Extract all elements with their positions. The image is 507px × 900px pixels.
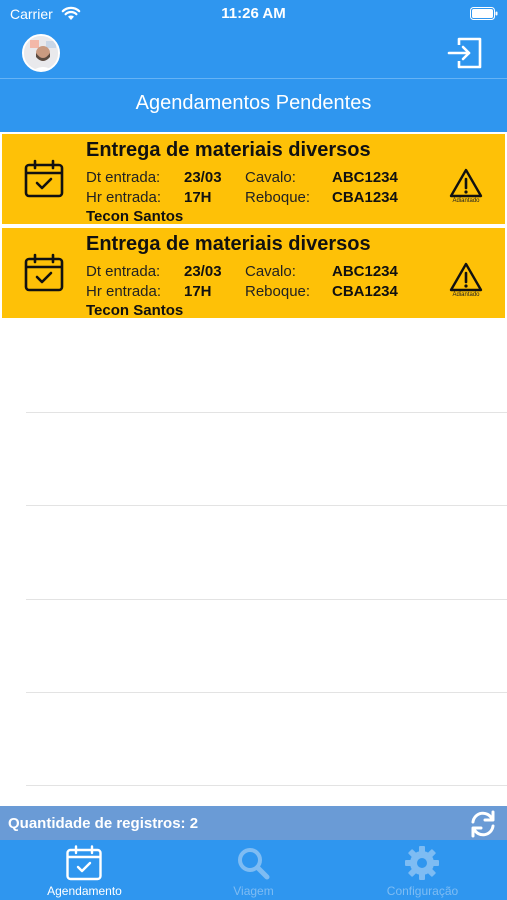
battery-icon	[470, 7, 498, 20]
calendar-check-icon	[24, 159, 64, 198]
calendar-check-icon	[24, 253, 64, 292]
tab-agendamento[interactable]: Agendamento	[0, 840, 169, 900]
appointment-location: Tecon Santos	[86, 302, 184, 319]
status-label: Adiantado	[452, 198, 480, 204]
list-separator	[26, 505, 507, 506]
tab-label: Configuração	[386, 884, 459, 898]
cavalo-value: ABC1234	[332, 263, 398, 280]
reboque-value: CBA1234	[332, 283, 398, 300]
hr-entrada-label: Hr entrada:	[86, 189, 162, 206]
calendar-check-icon	[66, 845, 102, 881]
cavalo-value: ABC1234	[332, 169, 398, 186]
reboque-label: Reboque:	[245, 189, 311, 206]
app-header: Carrier 11:26 AM Agendamentos Pendentes	[0, 0, 507, 132]
dt-entrada-label: Dt entrada:	[86, 263, 161, 280]
warning-icon	[449, 262, 483, 292]
cavalo-label: Cavalo:	[245, 169, 296, 186]
list-separator	[26, 599, 507, 600]
user-photo-icon	[24, 36, 58, 70]
hr-entrada-label: Hr entrada:	[86, 283, 162, 300]
list-separator	[26, 785, 507, 786]
tab-viagem[interactable]: Viagem	[169, 840, 338, 900]
logout-icon[interactable]	[447, 36, 483, 70]
appointment-title: Entrega de materiais diversos	[86, 139, 371, 161]
search-icon	[238, 848, 270, 880]
avatar[interactable]	[22, 34, 60, 72]
list-separator	[26, 692, 507, 693]
appointment-title: Entrega de materiais diversos	[86, 233, 371, 255]
tab-bar: Agendamento Viagem Configuração	[0, 840, 507, 900]
tab-configuracao[interactable]: Configuração	[338, 840, 507, 900]
page-title: Agendamentos Pendentes	[135, 92, 372, 114]
reboque-label: Reboque:	[245, 283, 311, 300]
records-count-bar: Quantidade de registros: 2	[0, 806, 507, 840]
appointment-location: Tecon Santos	[86, 208, 184, 225]
warning-icon	[449, 168, 483, 198]
gear-icon	[405, 846, 439, 880]
tab-label: Agendamento	[47, 884, 122, 898]
status-label: Adiantado	[452, 292, 480, 298]
reboque-value: CBA1234	[332, 189, 398, 206]
nav-bar	[0, 30, 507, 78]
records-count-text: Quantidade de registros: 2	[8, 815, 199, 832]
hr-entrada-value: 17H	[184, 189, 212, 206]
list-separator	[26, 412, 507, 413]
tab-label: Viagem	[233, 884, 274, 898]
dt-entrada-value: 23/03	[184, 263, 222, 280]
nav-divider	[0, 78, 507, 79]
hr-entrada-value: 17H	[184, 283, 212, 300]
appointment-card[interactable]: Entrega de materiais diversos Dt entrada…	[2, 228, 505, 319]
dt-entrada-value: 23/03	[184, 169, 222, 186]
refresh-icon[interactable]	[468, 809, 498, 839]
dt-entrada-label: Dt entrada:	[86, 169, 161, 186]
cavalo-label: Cavalo:	[245, 263, 296, 280]
status-time: 11:26 AM	[221, 5, 286, 22]
appointment-card[interactable]: Entrega de materiais diversos Dt entrada…	[2, 134, 505, 225]
status-bar: Carrier 11:26 AM	[0, 0, 507, 28]
